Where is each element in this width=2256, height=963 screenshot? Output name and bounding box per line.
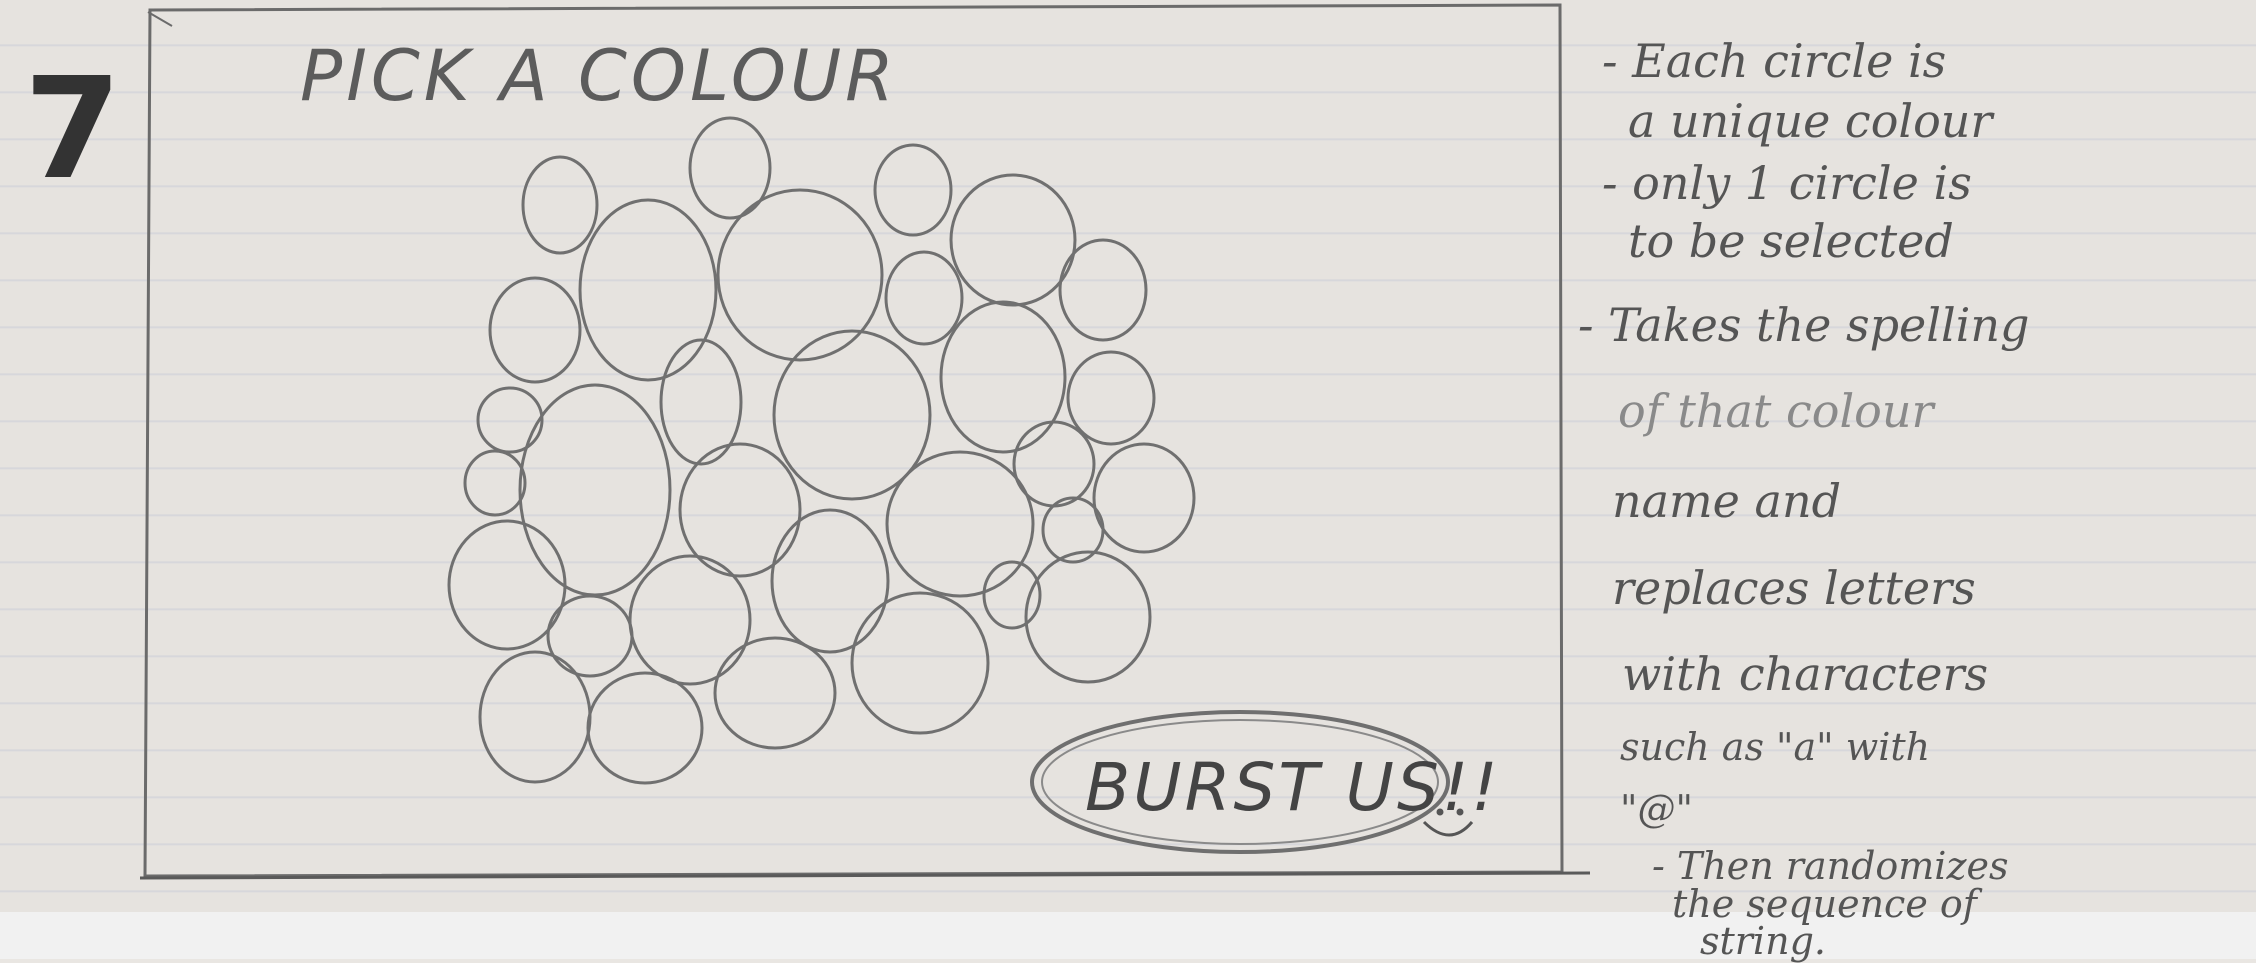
- note-line: name and: [1612, 474, 1842, 528]
- note-line: - Takes the spelling: [1578, 298, 2030, 352]
- colour-bubble[interactable]: [939, 300, 1067, 454]
- sketch-title: PICK A COLOUR: [300, 35, 898, 117]
- colour-bubble[interactable]: [713, 636, 837, 750]
- colour-bubble[interactable]: [478, 650, 592, 784]
- burst-us-button[interactable]: BURST US!!: [1030, 710, 1501, 854]
- colour-bubbles: [447, 116, 1196, 785]
- colour-bubble[interactable]: [873, 143, 953, 237]
- note-line: replaces letters: [1612, 561, 1976, 615]
- colour-bubble[interactable]: [982, 560, 1042, 630]
- colour-bubble[interactable]: [463, 449, 527, 517]
- note-line: to be selected: [1628, 214, 1954, 268]
- screen-frame: [143, 3, 1564, 878]
- note-line: the sequence of: [1672, 882, 1977, 926]
- note-line: - Each circle is: [1602, 34, 1947, 88]
- colour-bubble[interactable]: [521, 155, 599, 255]
- colour-bubble[interactable]: [1024, 550, 1152, 684]
- colour-bubble[interactable]: [884, 250, 964, 346]
- colour-bubble[interactable]: [1092, 442, 1196, 554]
- corner-tick: [147, 11, 173, 27]
- colour-bubble[interactable]: [1066, 350, 1156, 446]
- note-line: string.: [1700, 919, 1826, 963]
- colour-bubble[interactable]: [850, 591, 990, 735]
- colour-bubble[interactable]: [949, 173, 1077, 307]
- note-line: - Then randomizes: [1652, 844, 2009, 888]
- colour-bubble[interactable]: [578, 198, 718, 382]
- note-line: of that colour: [1618, 384, 1934, 438]
- colour-bubble[interactable]: [716, 188, 884, 362]
- note-line: with characters: [1622, 647, 1989, 701]
- colour-bubble[interactable]: [476, 386, 544, 454]
- colour-bubble[interactable]: [1012, 420, 1096, 508]
- colour-bubble[interactable]: [518, 383, 672, 597]
- colour-bubble[interactable]: [770, 508, 890, 654]
- note-line: - only 1 circle is: [1602, 156, 1972, 210]
- colour-bubble[interactable]: [586, 671, 704, 785]
- note-line: "@": [1620, 787, 1693, 831]
- colour-bubble[interactable]: [885, 450, 1035, 598]
- colour-bubble[interactable]: [1058, 238, 1148, 342]
- colour-bubble[interactable]: [488, 276, 582, 384]
- colour-bubble[interactable]: [628, 554, 752, 686]
- note-line: a unique colour: [1628, 94, 1993, 148]
- colour-bubble[interactable]: [546, 594, 634, 678]
- note-line: such as "a" with: [1620, 725, 1931, 769]
